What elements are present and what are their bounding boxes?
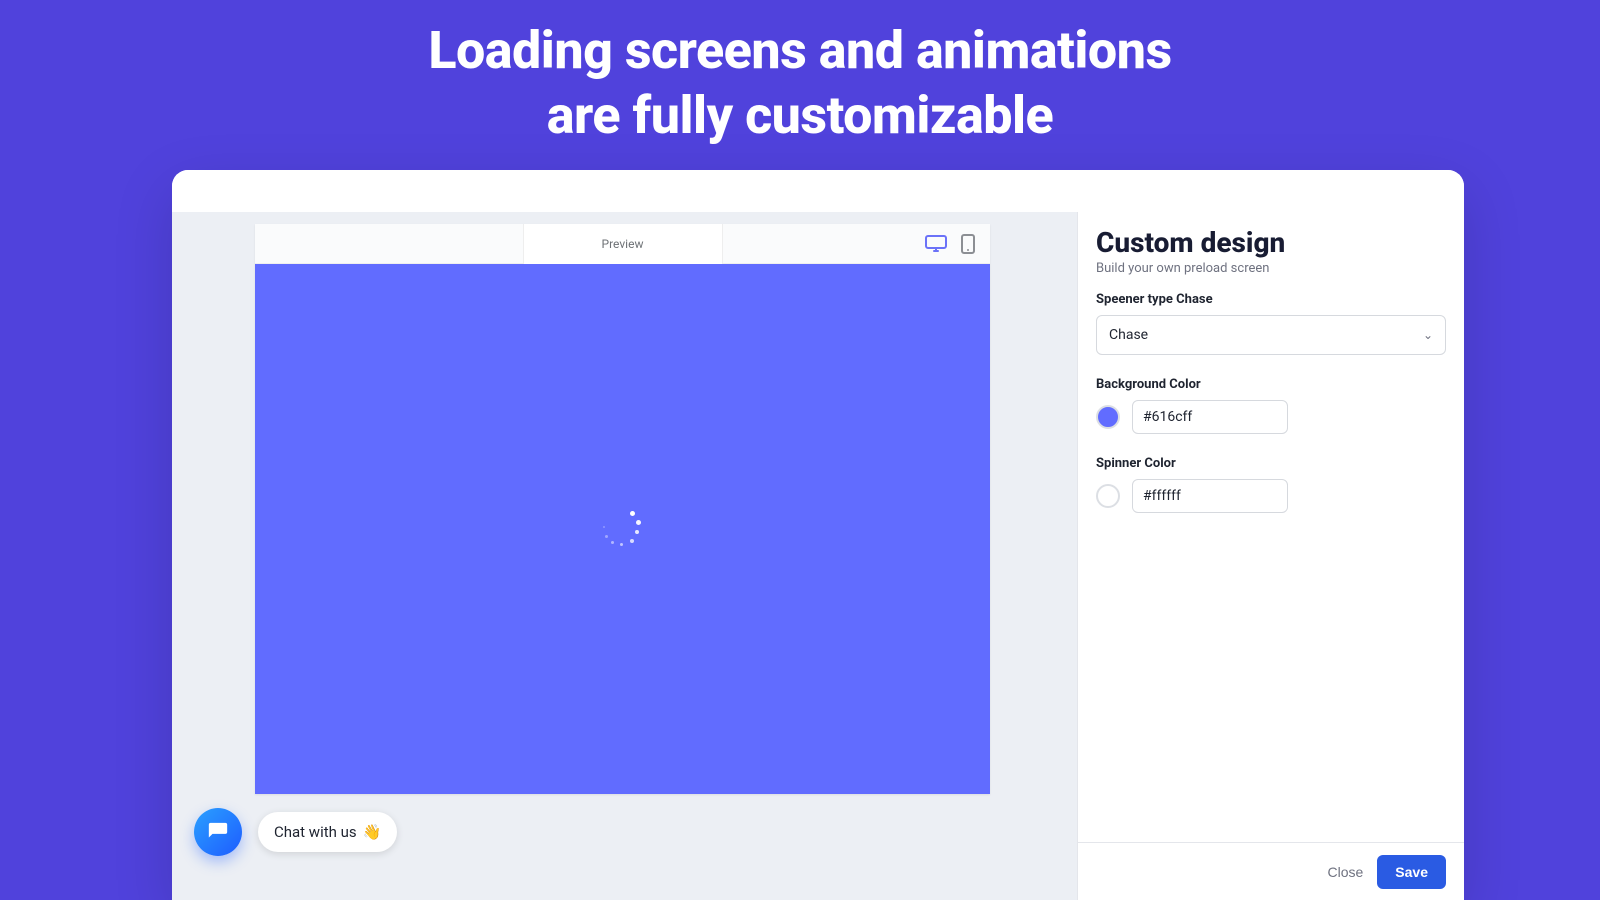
panel-title: Custom design: [1096, 226, 1446, 259]
spinner-color-input[interactable]: #ffffff: [1132, 479, 1288, 513]
spinner-color-row: #ffffff: [1096, 479, 1446, 513]
desktop-icon: [925, 235, 947, 253]
spinner-type-select[interactable]: Chase ⌄: [1096, 315, 1446, 355]
hero-line-1: Loading screens and animations: [0, 18, 1600, 83]
app-body: Preview: [172, 212, 1464, 900]
app-card: Preview: [172, 170, 1464, 900]
preview-canvas: [255, 264, 990, 794]
bg-color-value: #616cff: [1143, 409, 1192, 425]
settings-panel-body: Custom design Build your own preload scr…: [1078, 212, 1464, 842]
spinner-color-swatch[interactable]: [1096, 484, 1120, 508]
close-button[interactable]: Close: [1328, 864, 1364, 880]
bg-color-row: #616cff: [1096, 400, 1446, 434]
chat-pill-text: Chat with us: [274, 823, 357, 841]
bg-color-label: Background Color: [1096, 377, 1446, 392]
bg-color-swatch[interactable]: [1096, 405, 1120, 429]
spinner-type-label: Speener type Chase: [1096, 292, 1446, 307]
spinner-type-value: Chase: [1109, 327, 1148, 343]
chase-spinner-icon: [605, 511, 641, 547]
mobile-icon: [961, 234, 975, 254]
chat-icon: [207, 821, 229, 843]
preview-tab-label: Preview: [602, 237, 644, 251]
spinner-color-value: #ffffff: [1143, 488, 1181, 504]
preview-tab[interactable]: Preview: [523, 224, 723, 264]
chat-fab[interactable]: [194, 808, 242, 856]
spinner-color-label: Spinner Color: [1096, 456, 1446, 471]
save-button[interactable]: Save: [1377, 855, 1446, 889]
preview-header: Preview: [255, 224, 990, 264]
wave-emoji-icon: 👋: [363, 823, 382, 841]
hero-title: Loading screens and animations are fully…: [0, 0, 1600, 148]
bg-color-input[interactable]: #616cff: [1132, 400, 1288, 434]
mobile-device-button[interactable]: [956, 232, 980, 256]
preview-window: Preview: [255, 224, 990, 794]
app-topstrip: [172, 170, 1464, 212]
preview-area: Preview: [172, 212, 1077, 900]
hero-line-2: are fully customizable: [0, 83, 1600, 148]
chat-pill[interactable]: Chat with us 👋: [258, 812, 397, 852]
device-toggle-group: [924, 224, 980, 264]
chevron-down-icon: ⌄: [1423, 328, 1433, 342]
desktop-device-button[interactable]: [924, 232, 948, 256]
panel-footer: Close Save: [1078, 842, 1464, 900]
panel-subtitle: Build your own preload screen: [1096, 261, 1446, 276]
settings-panel: Custom design Build your own preload scr…: [1077, 212, 1464, 900]
